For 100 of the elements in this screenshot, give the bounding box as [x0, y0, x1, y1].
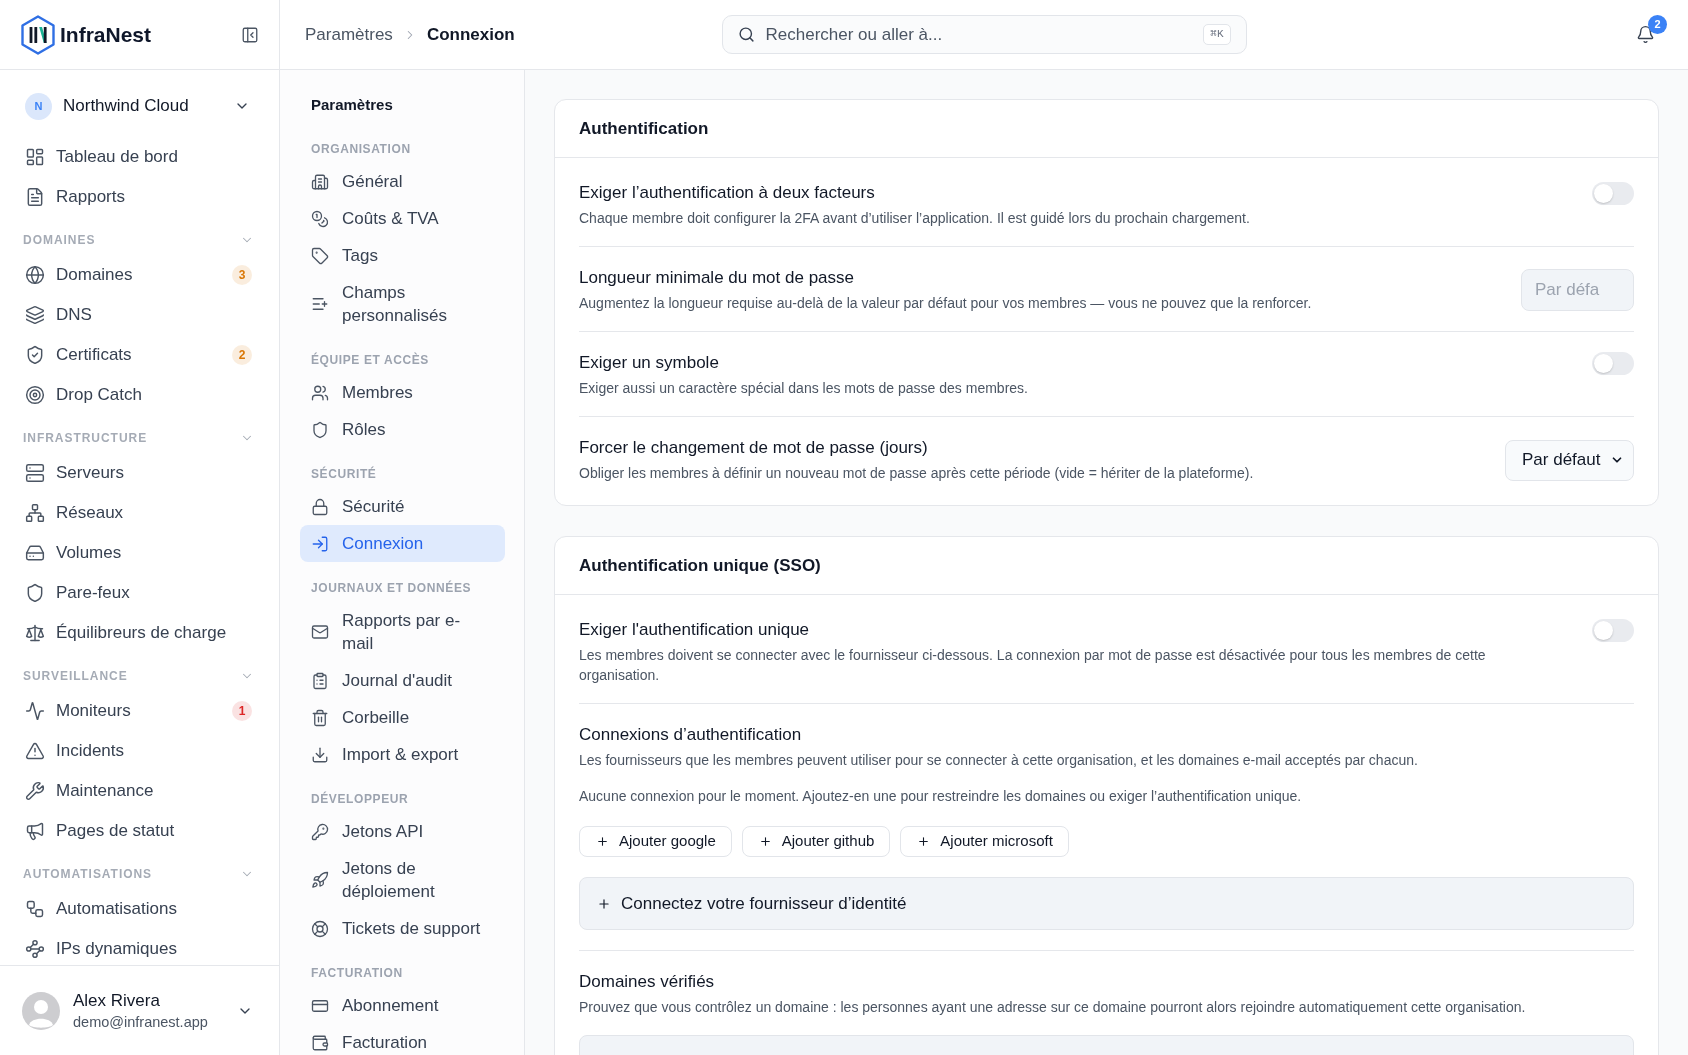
download-icon: [311, 745, 329, 764]
sidebar-item[interactable]: Rapports: [12, 177, 267, 217]
setting-description: Chaque membre doit configurer la 2FA avant d’utiliser l’application. Il est guidé lors du prochain chargement.: [579, 209, 1251, 228]
setting-title: Exiger l’authentification à deux facteurs: [579, 182, 876, 204]
sidebar-item[interactable]: Maintenance: [12, 771, 267, 811]
settings-nav-item[interactable]: Tickets de support: [300, 910, 505, 947]
settings-nav-item[interactable]: Rapports par e-mail: [300, 602, 505, 662]
dashboard-icon: [25, 147, 45, 167]
setting-description: Obliger les membres à définir un nouveau mot de passe après cette période (vide = hériter de la plateforme).: [579, 464, 1255, 483]
sidebar-item[interactable]: Automatisations: [12, 889, 267, 929]
settings-nav-item[interactable]: Corbeille: [300, 699, 505, 736]
settings-nav-item[interactable]: Membres: [300, 374, 505, 411]
settings-nav-item[interactable]: Jetons API: [300, 813, 505, 850]
settings-nav-item[interactable]: Tags: [300, 237, 505, 274]
wrench-icon: [25, 781, 45, 801]
section-heading: SÉCURITÉ: [310, 466, 378, 482]
toggle-switch[interactable]: [1592, 619, 1634, 642]
shield-icon: [311, 420, 329, 439]
section-heading: ORGANISATION: [310, 141, 412, 157]
shortcut-key: ⌘K: [1203, 24, 1231, 45]
setting-title: Longueur minimale du mot de passe: [579, 267, 855, 289]
settings-nav-item[interactable]: Facturation: [300, 1024, 505, 1055]
section-heading: DOMAINES: [23, 232, 96, 249]
shield-check-icon: [25, 345, 45, 365]
select-field[interactable]: Par défaut: [1505, 439, 1634, 481]
mail-icon: [311, 623, 329, 641]
settings-nav-item[interactable]: Connexion: [300, 525, 505, 562]
settings-nav-item[interactable]: Import & export: [300, 736, 505, 773]
setting-description: Augmentez la longueur requise au-delà de la valeur par défaut pour vos membres — vous ne pouvez que la renforcer.: [579, 294, 1313, 313]
sidebar-item[interactable]: Volumes: [12, 533, 267, 573]
panel-collapse-icon[interactable]: [241, 25, 259, 44]
add-provider-button[interactable]: Ajouter github: [741, 826, 891, 857]
bell-icon[interactable]: [1636, 25, 1655, 44]
identity-provider-button[interactable]: Connectez votre fournisseur d’identité: [579, 877, 1634, 930]
wallet-icon: [311, 1033, 329, 1052]
notification-badge: 2: [1648, 15, 1667, 34]
sidebar-item[interactable]: Moniteurs 1: [12, 691, 267, 731]
target-icon: [25, 385, 45, 405]
settings-nav-item[interactable]: Sécurité: [300, 488, 505, 525]
server-icon: [25, 463, 45, 483]
plus-icon: [917, 835, 931, 848]
org-avatar: N: [25, 92, 52, 120]
setting-description: Les membres doivent se connecter avec le fournisseur ci-dessous. La connexion par mot de passe est désactivée pour tous les membres de cette organisation.: [579, 646, 1487, 685]
hard-drive-icon: [25, 543, 45, 563]
sidebar-item[interactable]: Certificats 2: [12, 335, 267, 375]
layers-icon: [25, 305, 45, 325]
section-heading: DÉVELOPPEUR: [310, 791, 410, 807]
workflow-icon: [25, 899, 45, 919]
coins-icon: [311, 209, 329, 228]
breadcrumb-link[interactable]: Paramètres: [305, 21, 393, 48]
sidebar-item[interactable]: Domaines 3: [12, 255, 267, 295]
rocket-icon: [311, 871, 329, 889]
section-heading: FACTURATION: [310, 965, 404, 981]
settings-nav-item[interactable]: Rôles: [300, 411, 505, 448]
settings-nav-item[interactable]: Général: [300, 163, 505, 200]
breadcrumb-current: Connexion: [426, 23, 515, 46]
sidebar-item[interactable]: Serveurs: [12, 453, 267, 493]
scale-icon: [25, 623, 45, 643]
add-provider-button[interactable]: Ajouter google: [579, 826, 732, 857]
logo-icon: [20, 14, 56, 55]
setting-description: Les fournisseurs que les membres peuvent utiliser pour se connecter à cette organisation, et les domaines e-mail acceptés par chacun.: [579, 751, 1419, 770]
input-field[interactable]: Par défa: [1521, 269, 1634, 311]
setting-title: Connexions d’authentification: [579, 724, 803, 746]
add-provider-button[interactable]: Ajouter microsoft: [900, 826, 1069, 857]
lock-icon: [311, 497, 329, 516]
document-icon: [25, 187, 45, 207]
sidebar-item[interactable]: Incidents: [12, 731, 267, 771]
list-plus-icon: [311, 295, 329, 313]
clipboard-icon: [311, 671, 329, 690]
setting-title: Domaines vérifiés: [579, 971, 716, 993]
toggle-switch[interactable]: [1592, 352, 1634, 375]
sidebar-item[interactable]: Pare-feux: [12, 573, 267, 613]
sidebar-item[interactable]: Réseaux: [12, 493, 267, 533]
org-name[interactable]: Northwind Cloud: [63, 93, 234, 119]
globe-icon: [25, 265, 45, 285]
setting-description: Prouvez que vous contrôlez un domaine : les personnes ayant une adresse sur ce domaine pourront alors rejoindre automatiquement cette organisation.: [579, 998, 1527, 1017]
settings-nav-item[interactable]: Abonnement: [300, 987, 505, 1024]
setting-title: Exiger l'authentification unique: [579, 619, 811, 641]
sidebar-item[interactable]: Équilibreurs de charge: [12, 613, 267, 653]
settings-nav-item[interactable]: Jetons de déploiement: [300, 850, 505, 910]
network-icon: [25, 503, 45, 523]
settings-nav-item[interactable]: Champs personnalisés: [300, 274, 505, 334]
sidebar-item[interactable]: DNS: [12, 295, 267, 335]
sidebar-item[interactable]: Tableau de bord: [12, 137, 267, 177]
users-icon: [311, 383, 329, 402]
settings-nav-item[interactable]: Journal d'audit: [300, 662, 505, 699]
setting-title: Exiger un symbole: [579, 352, 720, 374]
avatar-icon: [22, 991, 60, 1030]
count-badge: 3: [232, 265, 252, 285]
sidebar-item[interactable]: Drop Catch: [12, 375, 267, 415]
sidebar-item[interactable]: IPs dynamiques: [12, 929, 267, 965]
brand-name: InfraNest: [60, 21, 152, 48]
settings-nav-item[interactable]: Coûts & TVA: [300, 200, 505, 237]
toggle-switch[interactable]: [1592, 182, 1634, 205]
building-icon: [311, 172, 329, 191]
sidebar-item[interactable]: Pages de statut: [12, 811, 267, 851]
count-badge: 2: [232, 345, 252, 365]
count-badge: 1: [232, 701, 252, 721]
pulse-icon: [25, 701, 45, 721]
lifebuoy-icon: [311, 919, 329, 938]
